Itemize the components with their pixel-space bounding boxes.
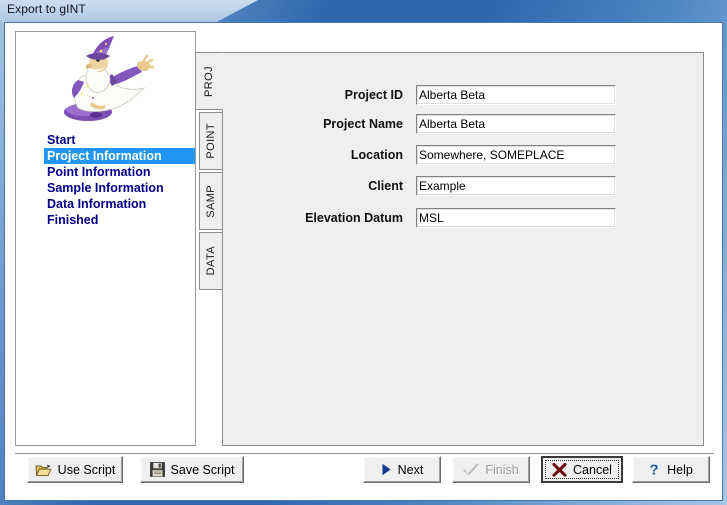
wizard-nav-pane: Start Project Information Point Informat… — [15, 31, 196, 446]
input-client[interactable]: Example — [416, 176, 616, 196]
label-elevation-datum: Elevation Datum — [305, 211, 403, 225]
wizard-step-finished[interactable]: Finished — [44, 212, 195, 228]
window-title: Export to gINT — [7, 2, 86, 16]
question-mark-icon: ? — [649, 462, 661, 479]
tab-proj-label: PROJ — [203, 65, 215, 97]
form-row-client: Client Example — [223, 176, 705, 198]
input-elevation-datum[interactable]: MSL — [416, 208, 616, 228]
input-location[interactable]: Somewhere, SOMEPLACE — [416, 145, 616, 165]
wizard-step-list: Start Project Information Point Informat… — [44, 132, 195, 228]
vertical-tab-strip: PROJ POINT SAMP DATA — [195, 52, 223, 446]
form-row-project-name: Project Name Alberta Beta — [223, 114, 705, 136]
help-button[interactable]: ? Help — [632, 456, 710, 483]
help-label: Help — [667, 462, 693, 477]
dialog-window: Export to gINT Start Project Information… — [0, 0, 727, 505]
cancel-label: Cancel — [573, 462, 612, 477]
svg-text:?: ? — [650, 462, 659, 477]
wizard-step-start[interactable]: Start — [44, 132, 195, 148]
cancel-button[interactable]: Cancel — [541, 456, 623, 483]
finish-label: Finish — [485, 462, 519, 477]
form-row-project-id: Project ID Alberta Beta — [223, 85, 705, 107]
wizard-step-data-information[interactable]: Data Information — [44, 196, 195, 212]
tab-samp[interactable]: SAMP — [199, 172, 222, 230]
x-mark-icon — [552, 462, 567, 477]
label-location: Location — [350, 148, 403, 162]
use-script-label: Use Script — [57, 462, 116, 477]
button-bar-separator — [15, 453, 714, 454]
folder-open-icon — [35, 463, 52, 477]
save-script-button[interactable]: Save Script — [140, 456, 244, 483]
button-bar: Use Script Save Script Next Finish Cance… — [15, 456, 714, 494]
finish-button: Finish — [452, 456, 530, 483]
tab-point-label: POINT — [205, 123, 217, 159]
wizard-step-sample-information[interactable]: Sample Information — [44, 180, 195, 196]
tab-samp-label: SAMP — [205, 184, 217, 218]
tab-data[interactable]: DATA — [199, 232, 222, 290]
tab-point[interactable]: POINT — [199, 112, 222, 170]
wizard-step-project-information[interactable]: Project Information — [44, 148, 195, 164]
use-script-button[interactable]: Use Script — [27, 456, 123, 483]
floppy-disk-icon — [149, 462, 165, 477]
form-row-location: Location Somewhere, SOMEPLACE — [223, 145, 705, 167]
input-project-name[interactable]: Alberta Beta — [416, 114, 616, 134]
label-project-id: Project ID — [344, 88, 403, 102]
label-project-name: Project Name — [323, 117, 403, 131]
form-row-elevation-datum: Elevation Datum MSL — [223, 208, 705, 230]
wizard-step-point-information[interactable]: Point Information — [44, 164, 195, 180]
wizard-mascot-icon — [64, 36, 155, 121]
input-project-id[interactable]: Alberta Beta — [416, 85, 616, 105]
label-client: Client — [368, 179, 403, 193]
save-script-label: Save Script — [170, 462, 235, 477]
next-label: Next — [397, 462, 424, 477]
tab-panel-proj: Project ID Alberta Beta Project Name Alb… — [222, 52, 704, 446]
next-button[interactable]: Next — [363, 456, 441, 483]
check-icon — [463, 462, 480, 477]
dialog-client-area: Start Project Information Point Informat… — [4, 22, 723, 501]
play-triangle-icon — [381, 463, 392, 476]
tab-data-label: DATA — [205, 246, 217, 276]
tab-proj[interactable]: PROJ — [195, 52, 223, 110]
title-bar[interactable]: Export to gINT — [0, 0, 727, 22]
